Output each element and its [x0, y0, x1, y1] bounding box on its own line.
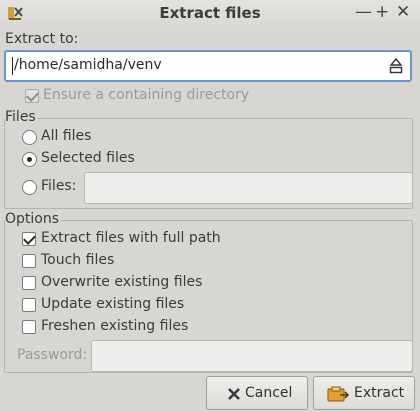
extract-path-input[interactable]: /home/samidha/venv	[4, 50, 412, 82]
password-label: Password:	[17, 347, 88, 363]
cancel-button-label: Cancel	[245, 385, 293, 401]
text-caret	[12, 57, 13, 75]
files-pattern-input[interactable]	[84, 172, 413, 204]
close-button[interactable]: ✕	[396, 2, 410, 22]
password-input[interactable]	[91, 340, 413, 372]
extract-button-label: Extract	[354, 385, 405, 401]
options-group-title: Options	[5, 211, 62, 227]
archive-extract-icon	[327, 386, 350, 402]
option-label-full-path: Extract files with full path	[41, 230, 221, 246]
option-label-freshen: Freshen existing files	[41, 318, 189, 334]
all-files-label: All files	[41, 128, 92, 144]
option-checkbox-touch[interactable]	[22, 254, 36, 268]
ensure-dir-checkbox[interactable]	[25, 89, 39, 103]
title-bar: Extract files — + ✕	[0, 0, 420, 26]
maximize-button[interactable]: +	[375, 2, 389, 22]
radio-files-pattern[interactable]	[22, 180, 37, 195]
option-checkbox-full-path[interactable]	[22, 232, 36, 246]
extract-to-label: Extract to:	[5, 31, 79, 47]
minimize-button[interactable]: —	[355, 2, 372, 22]
files-pattern-label: Files:	[41, 178, 77, 194]
cancel-button[interactable]: Cancel	[206, 376, 308, 410]
option-checkbox-freshen[interactable]	[22, 320, 36, 334]
radio-selected-files[interactable]	[22, 152, 37, 167]
option-label-touch: Touch files	[41, 252, 115, 268]
files-group-title-overlay: Files	[5, 109, 38, 125]
option-label-overwrite: Overwrite existing files	[41, 274, 203, 290]
option-checkbox-update[interactable]	[22, 298, 36, 312]
extract-path-value: /home/samidha/venv	[14, 57, 162, 73]
ensure-dir-label: Ensure a containing directory	[43, 87, 250, 103]
option-checkbox-overwrite[interactable]	[22, 276, 36, 290]
selected-files-label: Selected files	[41, 150, 135, 166]
close-icon	[228, 388, 240, 400]
radio-all-files[interactable]	[22, 130, 37, 145]
eject-icon[interactable]	[388, 57, 404, 75]
extract-button[interactable]: Extract	[313, 376, 415, 410]
option-label-update: Update existing files	[41, 296, 185, 312]
